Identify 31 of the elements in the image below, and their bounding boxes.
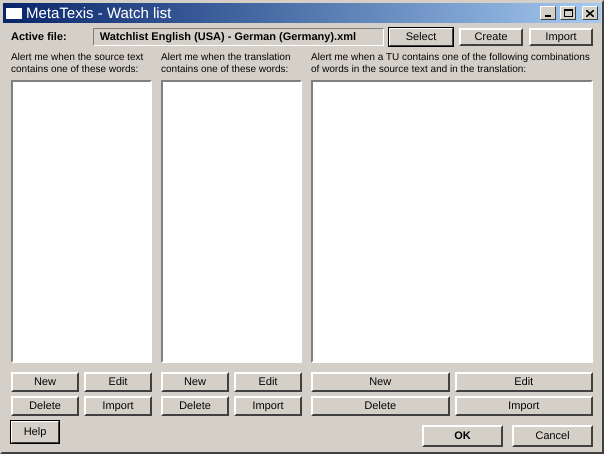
file-button[interactable]: Import <box>529 28 593 46</box>
help-button[interactable]: Help <box>11 421 59 443</box>
panel-button[interactable]: Delete <box>11 396 79 416</box>
panel-caption: Alert me when a TU contains one of the following combinations of words in the source text and in the translation: <box>311 52 591 77</box>
file-button[interactable]: Select <box>389 28 453 46</box>
panel-button[interactable]: New <box>311 372 450 392</box>
panel-button[interactable]: Delete <box>311 396 450 416</box>
active-file-label: Active file: <box>11 30 68 45</box>
panel-button[interactable]: Import <box>234 396 302 416</box>
dialog-button[interactable]: OK <box>422 425 503 447</box>
panel-button[interactable]: Edit <box>234 372 302 392</box>
panel-button[interactable]: Import <box>454 396 593 416</box>
word-list[interactable] <box>161 80 302 363</box>
panel-caption: Alert me when the translation contains one of these words: <box>161 52 292 77</box>
panel-button[interactable]: Edit <box>84 372 152 392</box>
maximize-button[interactable] <box>560 6 576 20</box>
word-list[interactable] <box>11 80 152 363</box>
minimize-button[interactable] <box>540 6 556 20</box>
panel-button[interactable]: Delete <box>161 396 229 416</box>
panel-button[interactable]: New <box>161 372 229 392</box>
window-title: MetaTexis - Watch list <box>26 6 172 20</box>
close-icon <box>586 10 594 16</box>
panel-caption: Alert me when the source text contains one of these words: <box>11 52 144 77</box>
window-icon <box>6 8 22 18</box>
dialog-button[interactable]: Cancel <box>512 425 593 447</box>
close-button[interactable] <box>582 6 598 20</box>
panel-button[interactable]: New <box>11 372 79 392</box>
file-button[interactable]: Create <box>459 28 523 46</box>
panel-button[interactable]: Edit <box>454 372 593 392</box>
active-file-field: Watchlist English (USA) - German (Germany).xml <box>92 28 384 46</box>
panel-button[interactable]: Import <box>84 396 152 416</box>
